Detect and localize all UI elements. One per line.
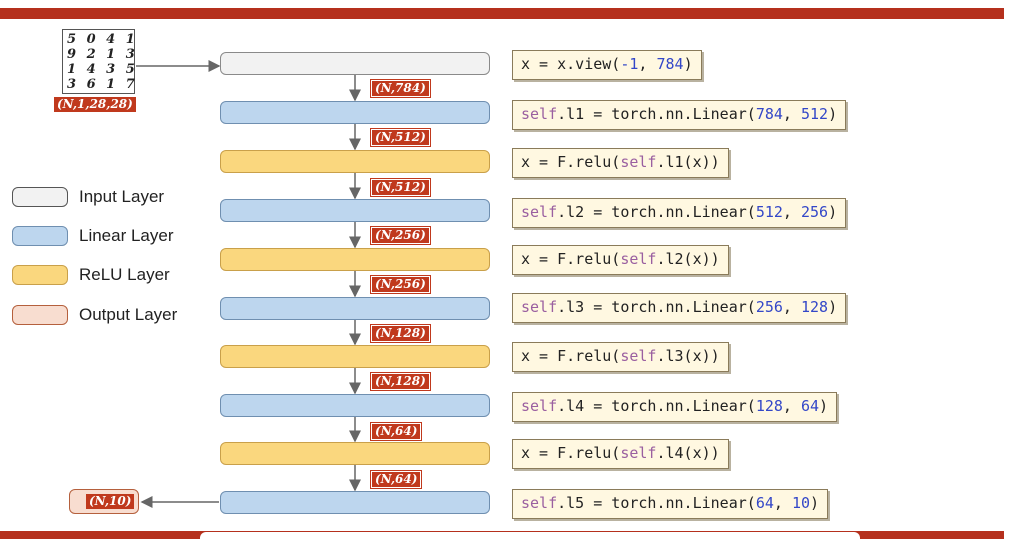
shape-tag-4: (N,256) (370, 226, 431, 245)
linear-layer-2 (220, 199, 490, 222)
code-line-1: x = x.view(-1, 784) (512, 50, 702, 80)
shape-tag-2: (N,512) (370, 128, 431, 147)
mnist-digits-image: 5 0 4 1 9 2 1 3 1 4 3 5 3 6 1 7 (62, 29, 135, 94)
legend-label-relu: ReLU Layer (79, 265, 170, 284)
code-line-7: x = F.relu(self.l3(x)) (512, 342, 729, 372)
relu-layer-2 (220, 248, 490, 271)
linear-layer-3 (220, 297, 490, 320)
shape-tag-1: (N,784) (370, 79, 431, 98)
legend-label-input: Input Layer (79, 187, 165, 206)
linear-layer-4 (220, 394, 490, 417)
code-line-2: self.l1 = torch.nn.Linear(784, 512) (512, 100, 847, 130)
code-line-9: x = F.relu(self.l4(x)) (512, 439, 729, 469)
code-line-4: self.l2 = torch.nn.Linear(512, 256) (512, 198, 847, 228)
relu-layer-1 (220, 150, 490, 173)
legend-swatch-relu (12, 265, 68, 285)
output-layer: (N,10) (69, 489, 139, 514)
legend-label-linear: Linear Layer (79, 226, 174, 245)
legend-swatch-linear (12, 226, 68, 246)
code-line-6: self.l3 = torch.nn.Linear(256, 128) (512, 293, 847, 323)
code-line-8: self.l4 = torch.nn.Linear(128, 64) (512, 392, 838, 422)
legend-label-output: Output Layer (79, 305, 178, 324)
code-line-3: x = F.relu(self.l1(x)) (512, 148, 729, 178)
relu-layer-3 (220, 345, 490, 368)
input-layer (220, 52, 490, 75)
linear-layer-5 (220, 491, 490, 514)
shape-tag-6: (N,128) (370, 324, 431, 343)
shape-tag-5: (N,256) (370, 275, 431, 294)
legend-swatch-output (12, 305, 68, 325)
relu-layer-4 (220, 442, 490, 465)
input-shape-tag: (N,1,28,28) (54, 97, 136, 112)
shape-tag-8: (N,64) (369, 422, 423, 441)
code-line-10: self.l5 = torch.nn.Linear(64, 10) (512, 489, 829, 519)
linear-layer-1 (220, 101, 490, 124)
shape-tag-7: (N,128) (370, 372, 431, 391)
shape-tag-9: (N,64) (369, 470, 423, 489)
code-line-5: x = F.relu(self.l2(x)) (512, 245, 729, 275)
legend-swatch-input (12, 187, 68, 207)
output-shape-tag: (N,10) (86, 494, 135, 509)
shape-tag-3: (N,512) (370, 178, 431, 197)
